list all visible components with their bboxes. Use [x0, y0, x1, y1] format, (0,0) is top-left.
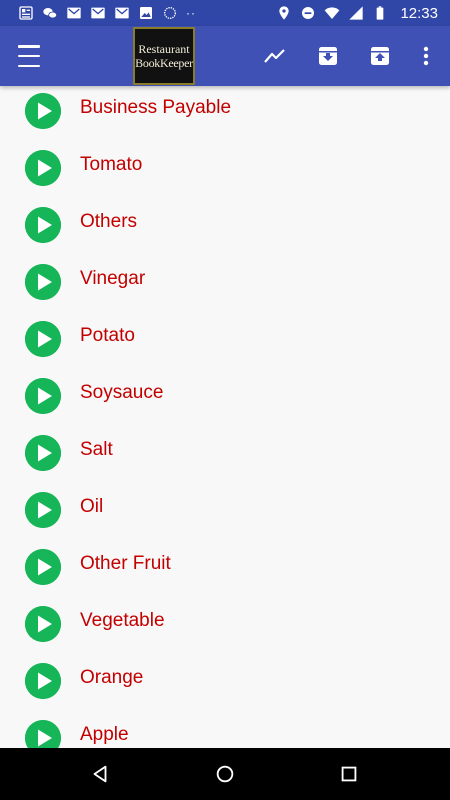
recents-icon[interactable]: [335, 760, 363, 788]
list-item[interactable]: Business Payable: [0, 86, 450, 140]
play-circle-icon[interactable]: [25, 435, 61, 471]
app-bar: Restaurant BookKeeper: [0, 26, 450, 86]
play-circle-icon[interactable]: [25, 720, 61, 748]
play-circle-icon[interactable]: [25, 207, 61, 243]
image-icon: [138, 6, 154, 20]
wifi-icon: [324, 6, 340, 20]
list-item[interactable]: Potato: [0, 311, 450, 368]
system-icons: 12:33: [276, 5, 438, 22]
list-item-label: Other Fruit: [80, 553, 171, 574]
trending-icon[interactable]: [261, 42, 289, 70]
list-item-label: Business Payable: [80, 97, 232, 118]
home-icon[interactable]: [211, 760, 239, 788]
play-circle-icon[interactable]: [25, 150, 61, 186]
play-circle-icon[interactable]: [25, 93, 61, 129]
list-item-label: Potato: [80, 325, 135, 346]
status-bar: ·· 12:33: [0, 0, 450, 26]
play-circle-icon[interactable]: [25, 663, 61, 699]
logo-line-1: Restaurant: [138, 42, 190, 56]
archive-up-icon[interactable]: [366, 42, 394, 70]
dnd-icon: [300, 6, 316, 20]
category-list: Business Payable Tomato Others Vinegar Potat…: [0, 86, 450, 748]
list-item-label: Vinegar: [80, 268, 146, 289]
gmail-icon: [66, 6, 82, 20]
list-item-label: Vegetable: [80, 610, 165, 631]
list-item[interactable]: Others: [0, 197, 450, 254]
battery-icon: [372, 6, 388, 20]
location-icon: [276, 6, 292, 20]
list-item-label: Soysauce: [80, 382, 164, 403]
notification-icons: ··: [18, 6, 196, 20]
list-item[interactable]: Tomato: [0, 140, 450, 197]
menu-icon[interactable]: [18, 45, 42, 67]
list-item[interactable]: Vinegar: [0, 254, 450, 311]
list-item-label: Salt: [80, 439, 113, 460]
list-item-label: Oil: [80, 496, 104, 517]
play-circle-icon[interactable]: [25, 264, 61, 300]
play-circle-icon[interactable]: [25, 378, 61, 414]
list-item-label: Tomato: [80, 154, 143, 175]
list-item[interactable]: Orange: [0, 653, 450, 710]
logo-line-2: BookKeeper: [135, 56, 193, 70]
list-item[interactable]: Vegetable: [0, 596, 450, 653]
list-item-label: Apple: [80, 724, 129, 745]
news-icon: [18, 6, 34, 20]
clock: 12:33: [400, 4, 438, 22]
back-icon[interactable]: [86, 760, 114, 788]
list-item[interactable]: Salt: [0, 425, 450, 482]
more-vert-icon[interactable]: [412, 42, 440, 70]
list-item[interactable]: Other Fruit: [0, 539, 450, 596]
gmail-icon: [90, 6, 106, 20]
list-item[interactable]: Oil: [0, 482, 450, 539]
play-circle-icon[interactable]: [25, 492, 61, 528]
sync-icon: [162, 6, 178, 20]
wechat-icon: [42, 6, 58, 20]
archive-down-icon[interactable]: [314, 42, 342, 70]
navigation-bar: [0, 748, 450, 800]
play-circle-icon[interactable]: [25, 321, 61, 357]
play-circle-icon[interactable]: [25, 549, 61, 585]
gmail-icon: [114, 6, 130, 20]
list-item-label: Orange: [80, 667, 144, 688]
list-item[interactable]: Apple: [0, 710, 450, 748]
list-item[interactable]: Soysauce: [0, 368, 450, 425]
list-item-label: Others: [80, 211, 138, 232]
app-logo: Restaurant BookKeeper: [133, 27, 195, 85]
play-circle-icon[interactable]: [25, 606, 61, 642]
more-notifications-dots: ··: [186, 6, 196, 20]
signal-icon: [348, 6, 364, 20]
